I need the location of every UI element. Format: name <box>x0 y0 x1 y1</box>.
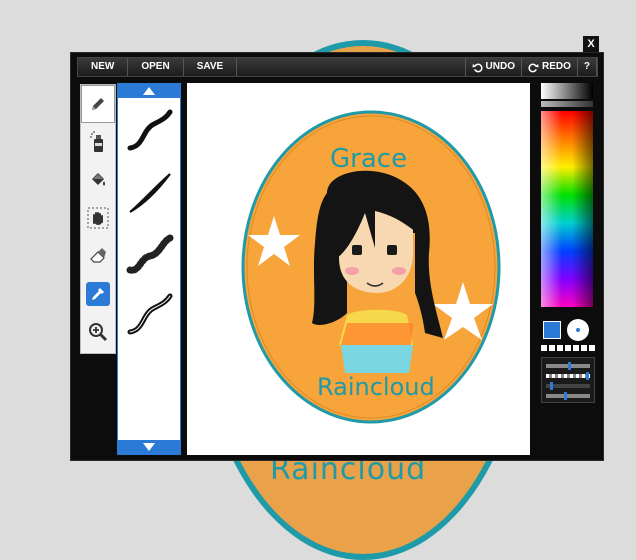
fill-tool[interactable] <box>81 161 115 199</box>
redo-button[interactable]: REDO <box>520 58 577 76</box>
size-preset[interactable] <box>565 345 571 351</box>
paint-bucket-icon <box>86 168 110 192</box>
eyedropper-icon <box>86 282 110 306</box>
brush-size-slider[interactable] <box>546 362 590 370</box>
slider-knob[interactable] <box>586 372 589 380</box>
triangle-up-icon <box>143 87 155 95</box>
size-preset[interactable] <box>549 345 555 351</box>
circle-icon <box>576 328 580 332</box>
canvas-drawing: Grace Raincloud <box>241 110 501 424</box>
slider-knob[interactable] <box>550 382 553 390</box>
size-preset[interactable] <box>589 345 595 351</box>
brightness-slider[interactable] <box>541 101 593 107</box>
paint-editor-window: NEW OPEN SAVE UNDO REDO ? Grace Rainclou… <box>70 52 604 461</box>
brush-size-presets[interactable] <box>541 345 597 353</box>
size-preset[interactable] <box>581 345 587 351</box>
undo-icon <box>471 63 482 72</box>
pan-tool[interactable] <box>81 199 115 237</box>
spray-tool[interactable] <box>81 123 115 161</box>
primary-color-swatch[interactable] <box>543 321 561 339</box>
undo-label: UNDO <box>485 61 515 72</box>
color-spectrum-picker[interactable] <box>541 111 593 307</box>
secondary-color-swatch[interactable] <box>567 319 589 341</box>
brush-settings-sliders <box>541 357 595 403</box>
zoom-tool[interactable] <box>81 313 115 351</box>
brush-scroll-up-button[interactable] <box>118 84 180 98</box>
open-button[interactable]: OPEN <box>128 58 184 76</box>
color-picker-tool[interactable] <box>81 275 115 313</box>
help-button[interactable]: ? <box>576 58 597 76</box>
slider-knob[interactable] <box>564 392 567 400</box>
pencil-icon <box>86 92 110 116</box>
brush-option[interactable] <box>124 106 174 156</box>
zoom-in-icon <box>86 320 110 344</box>
canvas-name-text: Raincloud <box>317 373 435 401</box>
close-button[interactable]: X <box>583 36 599 52</box>
brush-option[interactable] <box>124 290 174 340</box>
canvas-title-text: Grace <box>330 144 407 174</box>
brush-option[interactable] <box>124 230 174 280</box>
pencil-tool[interactable] <box>81 85 115 123</box>
brush-scroll-down-button[interactable] <box>118 440 180 454</box>
brush-selector <box>117 83 181 455</box>
triangle-down-icon <box>143 443 155 451</box>
hardness-slider[interactable] <box>546 392 590 400</box>
color-palette-panel <box>537 83 599 413</box>
redo-label: REDO <box>541 61 571 72</box>
top-toolbar: NEW OPEN SAVE UNDO REDO ? <box>77 57 598 77</box>
save-button[interactable]: SAVE <box>184 58 238 76</box>
spray-can-icon <box>86 130 110 154</box>
size-preset[interactable] <box>541 345 547 351</box>
eraser-tool[interactable] <box>81 237 115 275</box>
new-button[interactable]: NEW <box>78 58 129 76</box>
tool-panel <box>80 84 116 354</box>
eraser-icon <box>86 244 110 268</box>
smoothing-slider[interactable] <box>546 382 590 390</box>
brush-option[interactable] <box>124 168 174 218</box>
size-preset[interactable] <box>557 345 563 351</box>
grayscale-picker[interactable] <box>541 83 593 99</box>
undo-button[interactable]: UNDO <box>464 58 521 76</box>
opacity-slider[interactable] <box>546 372 590 380</box>
slider-knob[interactable] <box>568 362 571 370</box>
drawing-canvas[interactable]: Grace Raincloud <box>187 83 530 455</box>
hand-icon <box>86 206 110 230</box>
size-preset[interactable] <box>573 345 579 351</box>
redo-icon <box>528 63 539 72</box>
